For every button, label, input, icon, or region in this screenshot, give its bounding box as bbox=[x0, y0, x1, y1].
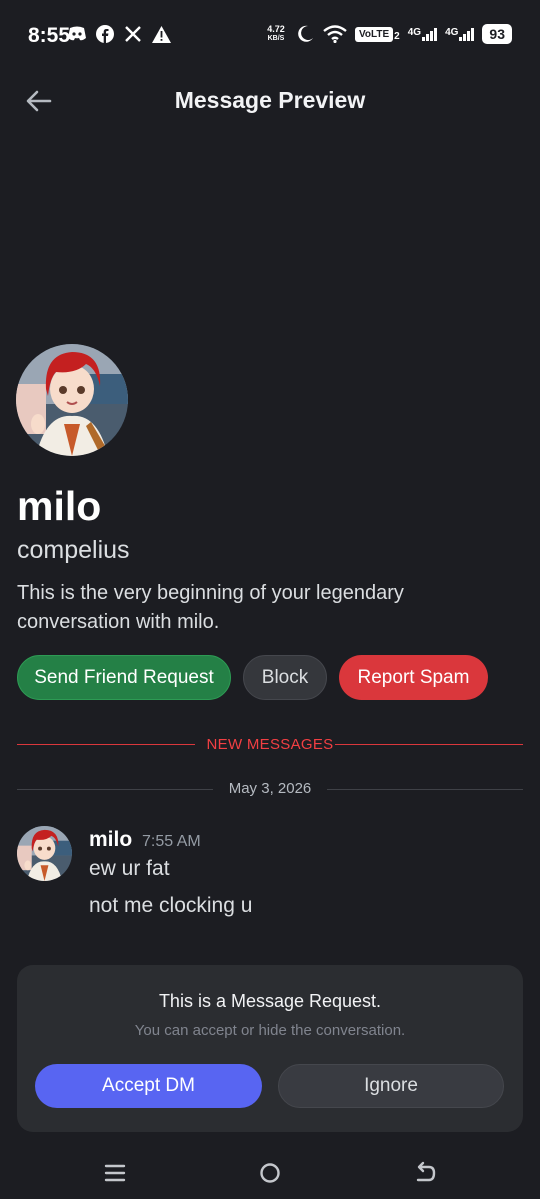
signal-sim2-label: 4G bbox=[445, 27, 459, 38]
message-author[interactable]: milo bbox=[89, 828, 132, 852]
request-card-subtitle: You can accept or hide the conversation. bbox=[134, 1022, 406, 1039]
message-timestamp: 7:55 AM bbox=[142, 833, 201, 850]
status-bar: 8:55 4.72 KB/S VoLTE 2 4G 4G 93 bbox=[0, 0, 540, 70]
conversation-intro: This is the very beginning of your legen… bbox=[17, 582, 404, 633]
system-indicators: 4.72 KB/S VoLTE 2 4G 4G 93 bbox=[265, 24, 512, 44]
moon-icon bbox=[295, 24, 315, 44]
signal-bars-icon bbox=[422, 27, 438, 41]
network-speed: 4.72 KB/S bbox=[265, 25, 287, 43]
network-speed-value: 4.72 bbox=[267, 24, 285, 34]
date-label: May 3, 2026 bbox=[228, 780, 312, 797]
system-nav-bar bbox=[0, 1150, 540, 1199]
app-header: Message Preview bbox=[0, 70, 540, 132]
wifi-icon bbox=[323, 24, 347, 44]
message-text[interactable]: not me clocking u bbox=[89, 894, 252, 918]
new-messages-divider: NEW MESSAGES bbox=[17, 731, 523, 759]
message-text[interactable]: ew ur fat bbox=[89, 857, 170, 881]
warning-icon bbox=[151, 24, 171, 44]
network-speed-unit: KB/S bbox=[267, 35, 285, 42]
message-avatar[interactable] bbox=[17, 826, 72, 881]
accept-dm-button[interactable]: Accept DM bbox=[35, 1064, 262, 1108]
status-time: 8:55 bbox=[28, 24, 71, 47]
menu-icon[interactable] bbox=[100, 1158, 130, 1188]
display-name: milo bbox=[17, 483, 102, 529]
signal-sim1: 4G bbox=[407, 27, 438, 41]
send-friend-request-button[interactable]: Send Friend Request bbox=[17, 655, 231, 700]
facebook-icon bbox=[95, 24, 115, 44]
request-card-title: This is a Message Request. bbox=[158, 991, 382, 1011]
block-button[interactable]: Block bbox=[243, 655, 327, 700]
new-messages-label: NEW MESSAGES bbox=[206, 736, 334, 753]
ignore-button[interactable]: Ignore bbox=[278, 1064, 504, 1108]
message-request-card: This is a Message Request. You can accep… bbox=[17, 965, 523, 1132]
home-icon[interactable] bbox=[255, 1158, 285, 1188]
signal-sim1-label: 4G bbox=[407, 27, 422, 38]
notification-icons bbox=[67, 24, 171, 44]
volte-sim: 2 bbox=[394, 30, 400, 42]
volte-label: VoLTE bbox=[354, 26, 394, 42]
discord-icon bbox=[67, 24, 87, 44]
avatar[interactable] bbox=[16, 344, 128, 456]
date-divider: May 3, 2026 bbox=[17, 776, 523, 804]
battery-icon: 93 bbox=[482, 24, 512, 44]
report-spam-button[interactable]: Report Spam bbox=[339, 655, 488, 700]
profile-actions: Send Friend Request Block Report Spam bbox=[17, 655, 488, 700]
page-title: Message Preview bbox=[174, 87, 366, 113]
signal-sim2: 4G bbox=[445, 27, 475, 41]
back-icon[interactable] bbox=[410, 1158, 440, 1188]
volte-indicator: VoLTE 2 bbox=[354, 26, 400, 42]
username: compelius bbox=[17, 536, 130, 564]
signal-bars-icon bbox=[459, 27, 475, 41]
x-icon bbox=[123, 24, 143, 44]
